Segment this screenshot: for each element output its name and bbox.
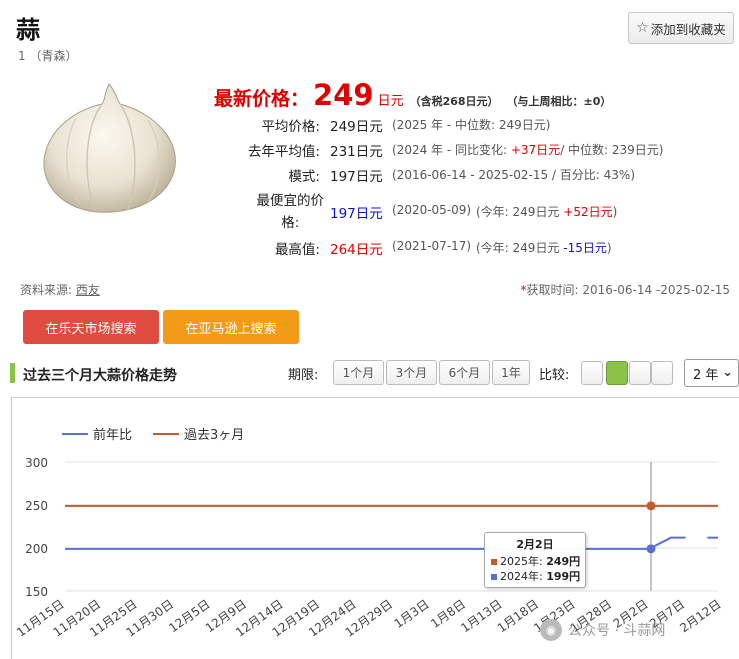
wechat-icon: ◉ [540, 619, 562, 641]
legend-label: 過去3ヶ月 [184, 428, 244, 443]
y-tick-label: 150 [25, 585, 48, 599]
x-tick-label: 1月3日 [392, 597, 432, 631]
x-tick-label: 2月12日 [677, 597, 723, 635]
tooltip-row-2025: 2025年: 249円 [491, 554, 581, 569]
series-point-recent [646, 501, 656, 511]
chart-tooltip: 2月2日 2025年: 249円 2024年: 199円 [484, 532, 586, 588]
watermark: ◉ 公众号 · 斗蒜网 [540, 619, 665, 641]
y-tick-label: 200 [25, 542, 48, 556]
watermark-text: 公众号 · 斗蒜网 [568, 623, 666, 639]
tooltip-swatch [491, 574, 497, 580]
tooltip-label: 2024年: [500, 570, 543, 583]
y-tick-label: 300 [25, 456, 48, 470]
tooltip-label: 2025年: [500, 555, 543, 568]
tooltip-row-2024: 2024年: 199円 [491, 569, 581, 584]
series-line-prev-year [65, 536, 686, 550]
price-chart: 15020025030011月15日11月20日11月25日11月30日12月5… [14, 427, 724, 640]
tooltip-value: 249円 [546, 555, 581, 568]
tooltip-swatch [491, 559, 497, 565]
tooltip-value: 199円 [546, 570, 581, 583]
tooltip-date: 2月2日 [516, 538, 554, 551]
y-tick-label: 250 [25, 499, 48, 513]
series-point-prev-year [646, 544, 656, 554]
legend-label: 前年比 [93, 427, 132, 443]
